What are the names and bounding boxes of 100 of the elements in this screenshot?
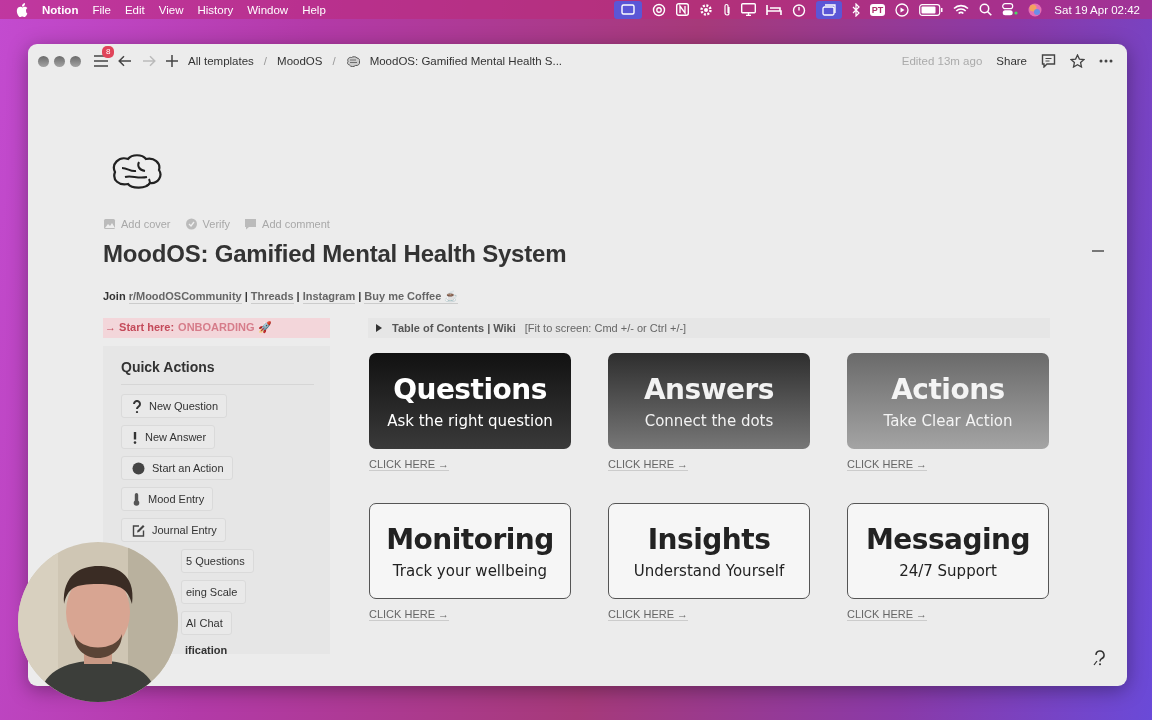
app-menu[interactable]: Notion [42,3,79,16]
wifi-icon[interactable] [953,3,970,16]
expand-triangle-icon[interactable] [375,324,383,332]
edit-icon [132,523,145,537]
play-icon[interactable] [895,2,910,17]
star-icon[interactable] [1070,54,1085,68]
toggle-block[interactable]: Table of Contents | Wiki [Fit to screen: Cmd +/- or Ctrl +/-] [368,318,1050,338]
link-text: | [296,290,300,304]
banner-card[interactable]: Insights Understand Yourself [608,503,810,599]
monitor-icon[interactable] [740,3,756,16]
onboarding-link[interactable]: ONBOARDING 🚀 [178,321,272,335]
window-control[interactable] [70,55,81,67]
menu-item[interactable]: Window [247,3,289,16]
question-mark-icon [132,399,142,413]
link-text: Join [103,290,126,304]
banner-card[interactable]: Messaging 24/7 Support [847,503,1049,599]
quick-action-button[interactable]: Start an Action [121,456,233,480]
comment-icon[interactable] [1041,54,1056,68]
section-heading: ification [185,644,228,656]
quick-action-button[interactable]: Journal Entry [121,518,226,542]
banner-title: Actions [891,372,1005,406]
click-here-link[interactable]: CLICK HERE → [608,608,689,621]
screen-icon[interactable] [613,0,642,19]
banner-card[interactable]: Actions Take Clear Action [847,353,1049,449]
circle-icon [132,461,145,475]
quick-action-button[interactable]: 5 Questions [181,549,254,573]
menu-item[interactable]: Help [302,3,326,16]
windows-icon[interactable] [815,0,842,19]
bed-icon[interactable] [765,3,782,16]
panel-heading: Quick Actions [121,359,314,385]
battery-icon[interactable] [919,3,944,16]
share-button[interactable]: Share [996,55,1027,67]
banner-subtitle: Track your wellbeing [392,561,548,580]
breadcrumb[interactable]: MoodOS [277,55,323,67]
breadcrumb[interactable]: All templates [188,55,254,67]
comment-icon [244,218,258,230]
click-here-link[interactable]: CLICK HERE → [369,608,450,621]
more-icon[interactable] [1099,59,1113,63]
image-icon [103,218,116,230]
banner-title: Monitoring [386,522,554,556]
click-here-link[interactable]: CLICK HERE → [608,458,689,471]
plus-icon[interactable] [166,55,178,67]
banner-title: Answers [643,372,775,406]
quick-action-button[interactable]: eing Scale [181,580,247,604]
quick-action-button[interactable]: Mood Entry [121,487,214,511]
banner-title: Questions [393,372,547,406]
link-text: | [358,290,362,304]
banner-card[interactable]: Monitoring Track your wellbeing [369,503,571,599]
banner-card[interactable]: Questions Ask the right question [369,353,571,449]
apple-logo-icon[interactable] [16,2,28,17]
brain-icon [345,55,360,67]
page-title: MoodOS: Gamified Mental Health System [103,240,567,268]
banner-card[interactable]: Answers Connect the dots [608,353,810,449]
menu-icon[interactable] [94,55,108,67]
link[interactable]: Threads [250,290,294,304]
input-source-badge[interactable]: PT [869,3,886,16]
menu-item[interactable]: View [158,3,184,16]
banner-subtitle: Take Clear Action [883,411,1013,430]
breadcrumb-separator: / [332,55,336,67]
banner-title: Messaging [865,522,1031,556]
control-center-icon[interactable] [1002,3,1019,16]
window-control[interactable] [54,55,65,67]
clock[interactable]: Sat 19 Apr 02:42 [1054,3,1140,16]
quick-action-button[interactable]: New Answer [121,425,216,449]
edited-time: Edited 13m ago [901,55,983,67]
toggle-title: Table of Contents | Wiki [392,322,516,334]
menu-item[interactable]: File [92,3,111,16]
banner-subtitle: 24/7 Support [899,561,997,580]
banner-title: Insights [647,522,771,556]
breadcrumb-separator: / [263,55,268,67]
assistant-orb-icon[interactable] [1028,2,1043,17]
link[interactable]: Buy me Coffee ☕ [364,290,459,304]
timer-icon[interactable] [791,2,806,17]
click-here-link[interactable]: CLICK HERE → [847,608,928,621]
verified-badge-icon [184,218,198,230]
bluetooth-icon[interactable] [851,2,860,17]
quick-action-button[interactable]: AI Chat [181,611,232,635]
search-icon[interactable] [979,3,993,16]
menu-item[interactable]: History [197,3,234,16]
forward-arrow-icon [142,55,156,67]
window-control[interactable] [38,55,49,67]
link-text: | [244,290,248,304]
click-here-link[interactable]: CLICK HERE → [369,458,450,471]
notification-badge: 8 [102,46,115,58]
link[interactable]: r/MoodOSCommunity [128,290,242,304]
back-arrow-icon[interactable] [118,55,132,67]
paperclip-icon[interactable] [722,2,731,17]
toggle-hint: [Fit to screen: Cmd +/- or Ctrl +/-] [524,322,687,334]
banner-subtitle: Understand Yourself [633,561,785,580]
banner-subtitle: Connect the dots [644,411,774,430]
callout-text: → Start here: [105,321,175,335]
help-icon[interactable] [1093,650,1107,666]
link[interactable]: Instagram [302,290,356,304]
square-n-icon[interactable] [675,3,689,16]
breadcrumb[interactable]: MoodOS: Gamified Mental Health S... [369,55,563,67]
banner-subtitle: Ask the right question [387,411,553,430]
thermometer-icon [132,492,141,506]
click-here-link[interactable]: CLICK HERE → [847,458,928,471]
quick-action-button[interactable]: New Question [121,394,228,418]
menu-item[interactable]: Edit [124,3,145,16]
